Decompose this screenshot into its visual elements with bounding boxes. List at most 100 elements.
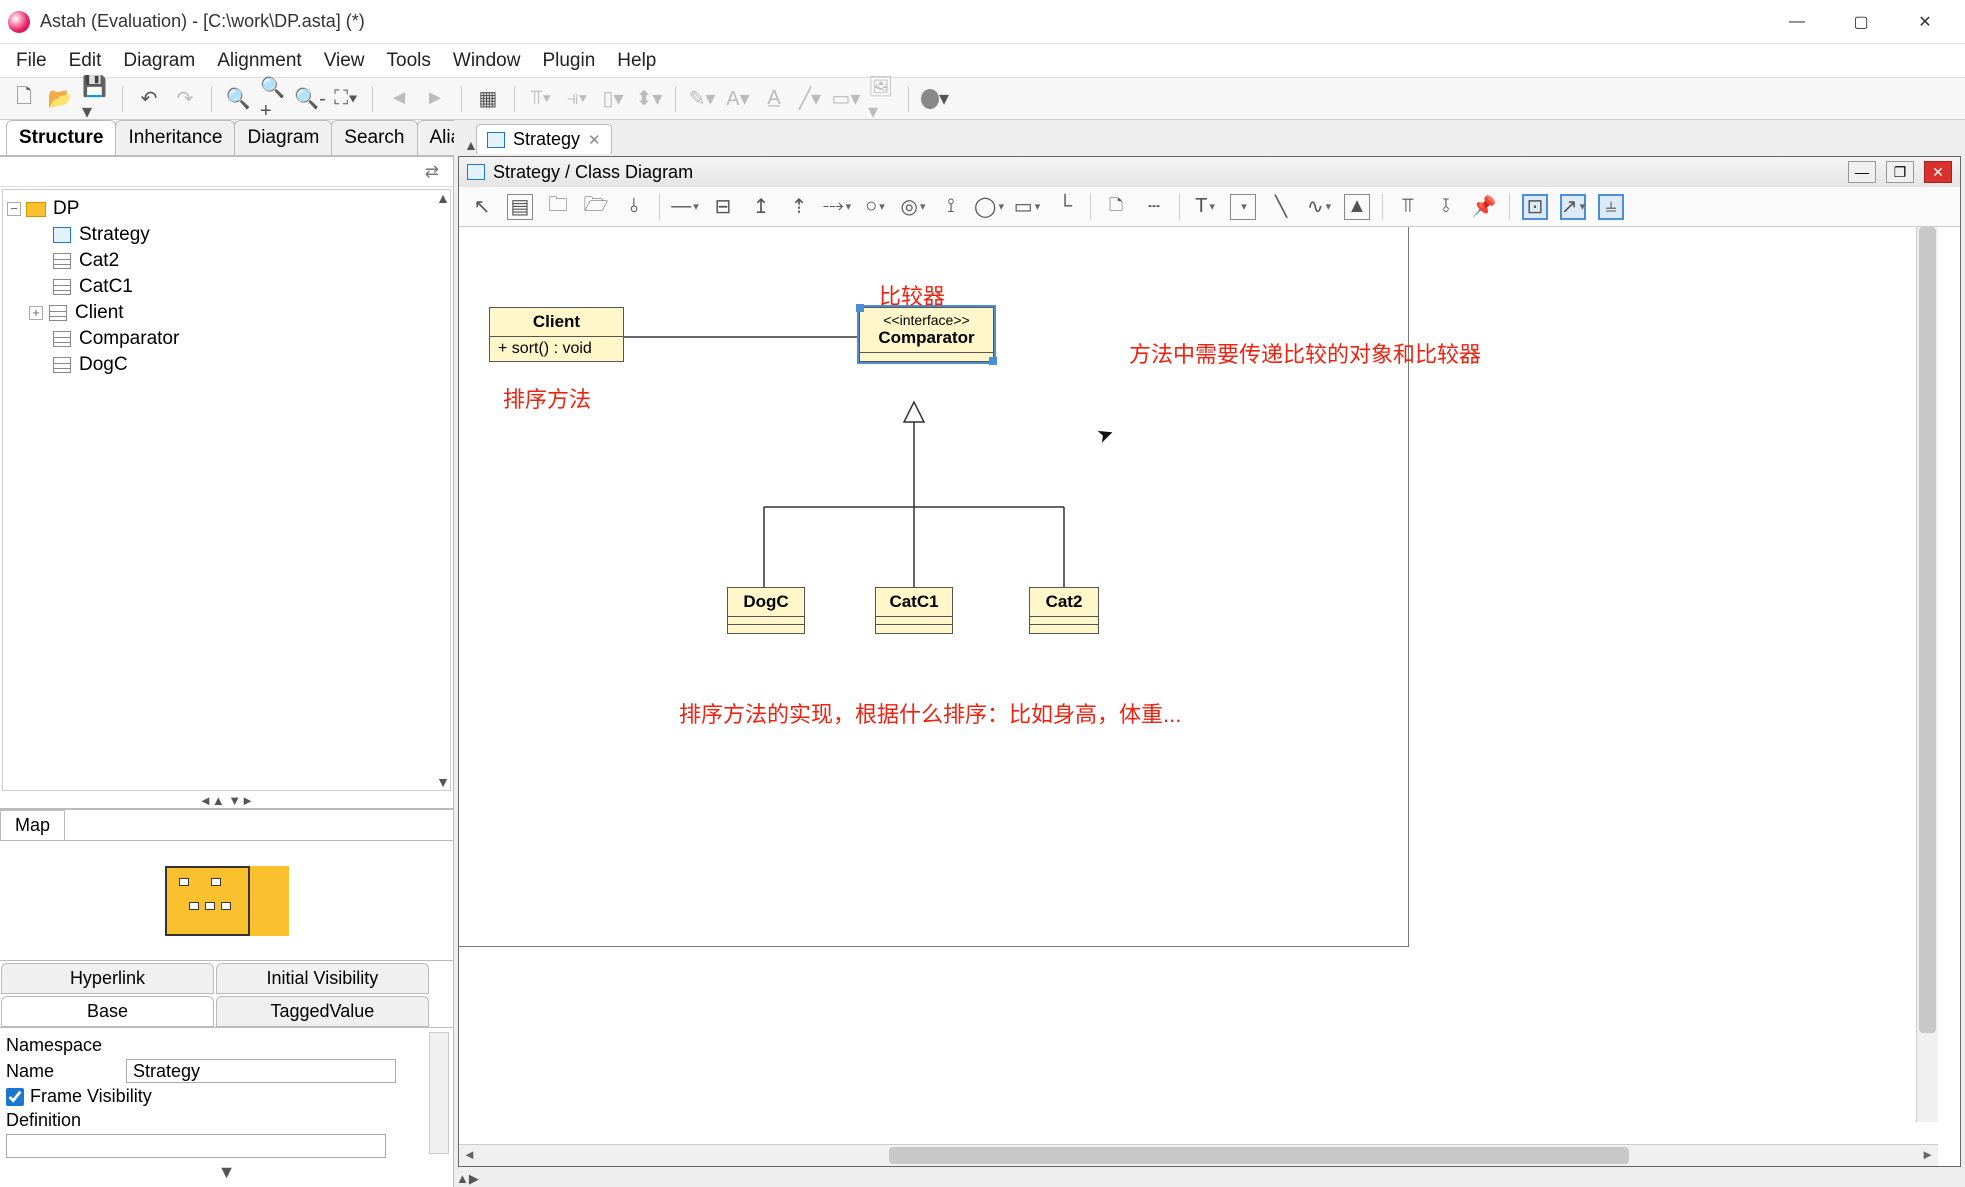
note-tool-icon[interactable]: 🗅 <box>1103 194 1129 220</box>
canvas-area[interactable]: Client + sort() : void <<interface>> Com… <box>459 227 1960 1166</box>
align-left-icon[interactable]: ⫣▾ <box>563 85 591 113</box>
scroll-left-icon[interactable]: ◄ <box>463 1147 476 1162</box>
uml-class-catc1[interactable]: CatC1 <box>875 587 953 634</box>
ptab-hyperlink[interactable]: Hyperlink <box>1 963 214 994</box>
uml-class-client[interactable]: Client + sort() : void <box>489 307 624 362</box>
port-tool-icon[interactable]: ⟟ <box>938 194 964 220</box>
tab-map[interactable]: Map <box>0 810 65 840</box>
name-input[interactable] <box>126 1059 396 1083</box>
tree-scroll-down-icon[interactable]: ▼ <box>436 774 450 790</box>
menu-plugin[interactable]: Plugin <box>532 46 605 76</box>
tree-item-comparator[interactable]: Comparator <box>7 326 446 352</box>
collapse-icon[interactable]: − <box>7 202 21 216</box>
font-icon[interactable]: A̲ <box>760 85 788 113</box>
distribute-icon[interactable]: ▯▾ <box>599 85 627 113</box>
uml-interface-comparator[interactable]: <<interface>> Comparator <box>859 307 994 362</box>
text-tool-icon[interactable]: T <box>1192 194 1218 220</box>
tree-item-catc1[interactable]: CatC1 <box>7 274 446 300</box>
send-back-icon[interactable]: ⫱ <box>1433 194 1459 220</box>
zoom-out-icon[interactable]: 🔍- <box>296 85 324 113</box>
image-icon[interactable]: 🖼▾ <box>868 85 896 113</box>
composition-tool-icon[interactable]: ◎ <box>900 194 926 220</box>
class-tool-icon[interactable]: ▤ <box>507 194 533 220</box>
menu-diagram[interactable]: Diagram <box>113 46 205 76</box>
diagram-titlebar[interactable]: Strategy / Class Diagram — ❐ ✕ <box>459 157 1960 187</box>
rect-tool-icon[interactable] <box>1230 194 1256 220</box>
dashed-line-icon[interactable]: ┄ <box>1141 194 1167 220</box>
diagram-minimize-button[interactable]: — <box>1848 161 1876 183</box>
panel-bottom-arrow-icon[interactable]: ▲▶ <box>454 1171 1965 1187</box>
save-icon[interactable]: 💾▾ <box>82 85 110 113</box>
enum-tool-icon[interactable]: ▭ <box>1014 194 1040 220</box>
maximize-button[interactable]: ▢ <box>1829 2 1893 42</box>
nav-back-icon[interactable]: ◄ <box>385 85 413 113</box>
tab-diagram[interactable]: Diagram <box>234 120 332 155</box>
package-tool-icon[interactable]: 🗀 <box>545 194 571 220</box>
menu-view[interactable]: View <box>314 46 375 76</box>
align-top-icon[interactable]: ⫪▾ <box>527 85 555 113</box>
sync-icon[interactable]: ⇄ <box>425 162 439 182</box>
map-panel[interactable] <box>0 841 453 961</box>
ptab-taggedvalue[interactable]: TaggedValue <box>216 996 429 1027</box>
canvas-horizontal-scrollbar[interactable]: ◄ ► <box>459 1144 1938 1166</box>
tab-search[interactable]: Search <box>331 120 417 155</box>
orthogonal-icon[interactable]: ⫨ <box>1598 194 1624 220</box>
menu-tools[interactable]: Tools <box>377 46 441 76</box>
pointer-tool-icon[interactable]: ↖ <box>469 194 495 220</box>
tree-item-client[interactable]: + Client <box>7 300 446 326</box>
aggregation-tool-icon[interactable]: ○ <box>862 194 888 220</box>
redo-icon[interactable]: ↷ <box>171 85 199 113</box>
tree-scroll-up-icon[interactable]: ▲ <box>436 190 450 206</box>
menu-help[interactable]: Help <box>607 46 666 76</box>
circle-fill-icon[interactable]: ▾ <box>921 85 949 113</box>
menu-alignment[interactable]: Alignment <box>207 46 312 76</box>
image-tool-icon[interactable]: ▲ <box>1344 194 1370 220</box>
scroll-right-icon[interactable]: ► <box>1921 1147 1934 1162</box>
fit-window-icon[interactable]: ⛶▾ <box>332 85 360 113</box>
new-file-icon[interactable]: 🗋 <box>10 85 38 113</box>
tree-item-dogc[interactable]: DogC <box>7 352 446 378</box>
diagram-canvas[interactable]: Client + sort() : void <<interface>> Com… <box>459 227 1938 1144</box>
tree-view[interactable]: ▲ − DP Strategy Cat2 CatC1 <box>2 189 451 791</box>
expand-down-icon[interactable]: ▼ <box>0 1158 453 1187</box>
font-color-icon[interactable]: A▾ <box>724 85 752 113</box>
tree-item-strategy[interactable]: Strategy <box>7 222 446 248</box>
curve-tool-icon[interactable]: ∿ <box>1306 194 1332 220</box>
nav-fwd-icon[interactable]: ► <box>421 85 449 113</box>
tree-root[interactable]: − DP <box>7 196 446 222</box>
diagram-maximize-button[interactable]: ❐ <box>1886 161 1914 183</box>
menu-window[interactable]: Window <box>443 46 531 76</box>
diagram-close-button[interactable]: ✕ <box>1924 161 1952 183</box>
zoom-in-icon[interactable]: 🔍+ <box>260 85 288 113</box>
note-anchor-icon[interactable]: └ <box>1052 194 1078 220</box>
expand-icon[interactable]: + <box>29 306 43 320</box>
pen-color-icon[interactable]: ✎▾ <box>688 85 716 113</box>
snap-grid-icon[interactable]: ⊡ <box>1522 194 1548 220</box>
generalization-tool-icon[interactable]: ↥ <box>748 194 774 220</box>
property-scrollbar[interactable] <box>429 1032 449 1154</box>
map-thumbnail[interactable] <box>165 866 289 936</box>
size-match-icon[interactable]: ⬍▾ <box>635 85 663 113</box>
menu-file[interactable]: File <box>6 46 57 76</box>
pin-icon[interactable]: 📌 <box>1471 194 1497 220</box>
ptab-base[interactable]: Base <box>1 996 214 1027</box>
shape-style-icon[interactable]: ▭▾ <box>832 85 860 113</box>
realization-tool-icon[interactable]: ⇡ <box>786 194 812 220</box>
association-tool-icon[interactable]: ⤏ <box>824 194 850 220</box>
ptab-initial-visibility[interactable]: Initial Visibility <box>216 963 429 994</box>
undo-icon[interactable]: ↶ <box>135 85 163 113</box>
tab-close-icon[interactable]: ✕ <box>588 131 601 149</box>
tree-item-cat2[interactable]: Cat2 <box>7 248 446 274</box>
line-tool-icon[interactable]: — <box>672 194 698 220</box>
uml-class-dogc[interactable]: DogC <box>727 587 805 634</box>
tab-structure[interactable]: Structure <box>6 120 116 155</box>
minimize-button[interactable]: — <box>1765 2 1829 42</box>
dependency-tool-icon[interactable]: ⊟ <box>710 194 736 220</box>
package2-tool-icon[interactable]: 🗁 <box>583 194 609 220</box>
definition-input[interactable] <box>6 1134 386 1158</box>
map-viewport[interactable] <box>165 866 250 936</box>
tab-inheritance[interactable]: Inheritance <box>115 120 235 155</box>
line-style-icon[interactable]: ╱▾ <box>796 85 824 113</box>
line-draw-icon[interactable]: ╲ <box>1268 194 1294 220</box>
close-button[interactable]: ✕ <box>1893 2 1957 42</box>
